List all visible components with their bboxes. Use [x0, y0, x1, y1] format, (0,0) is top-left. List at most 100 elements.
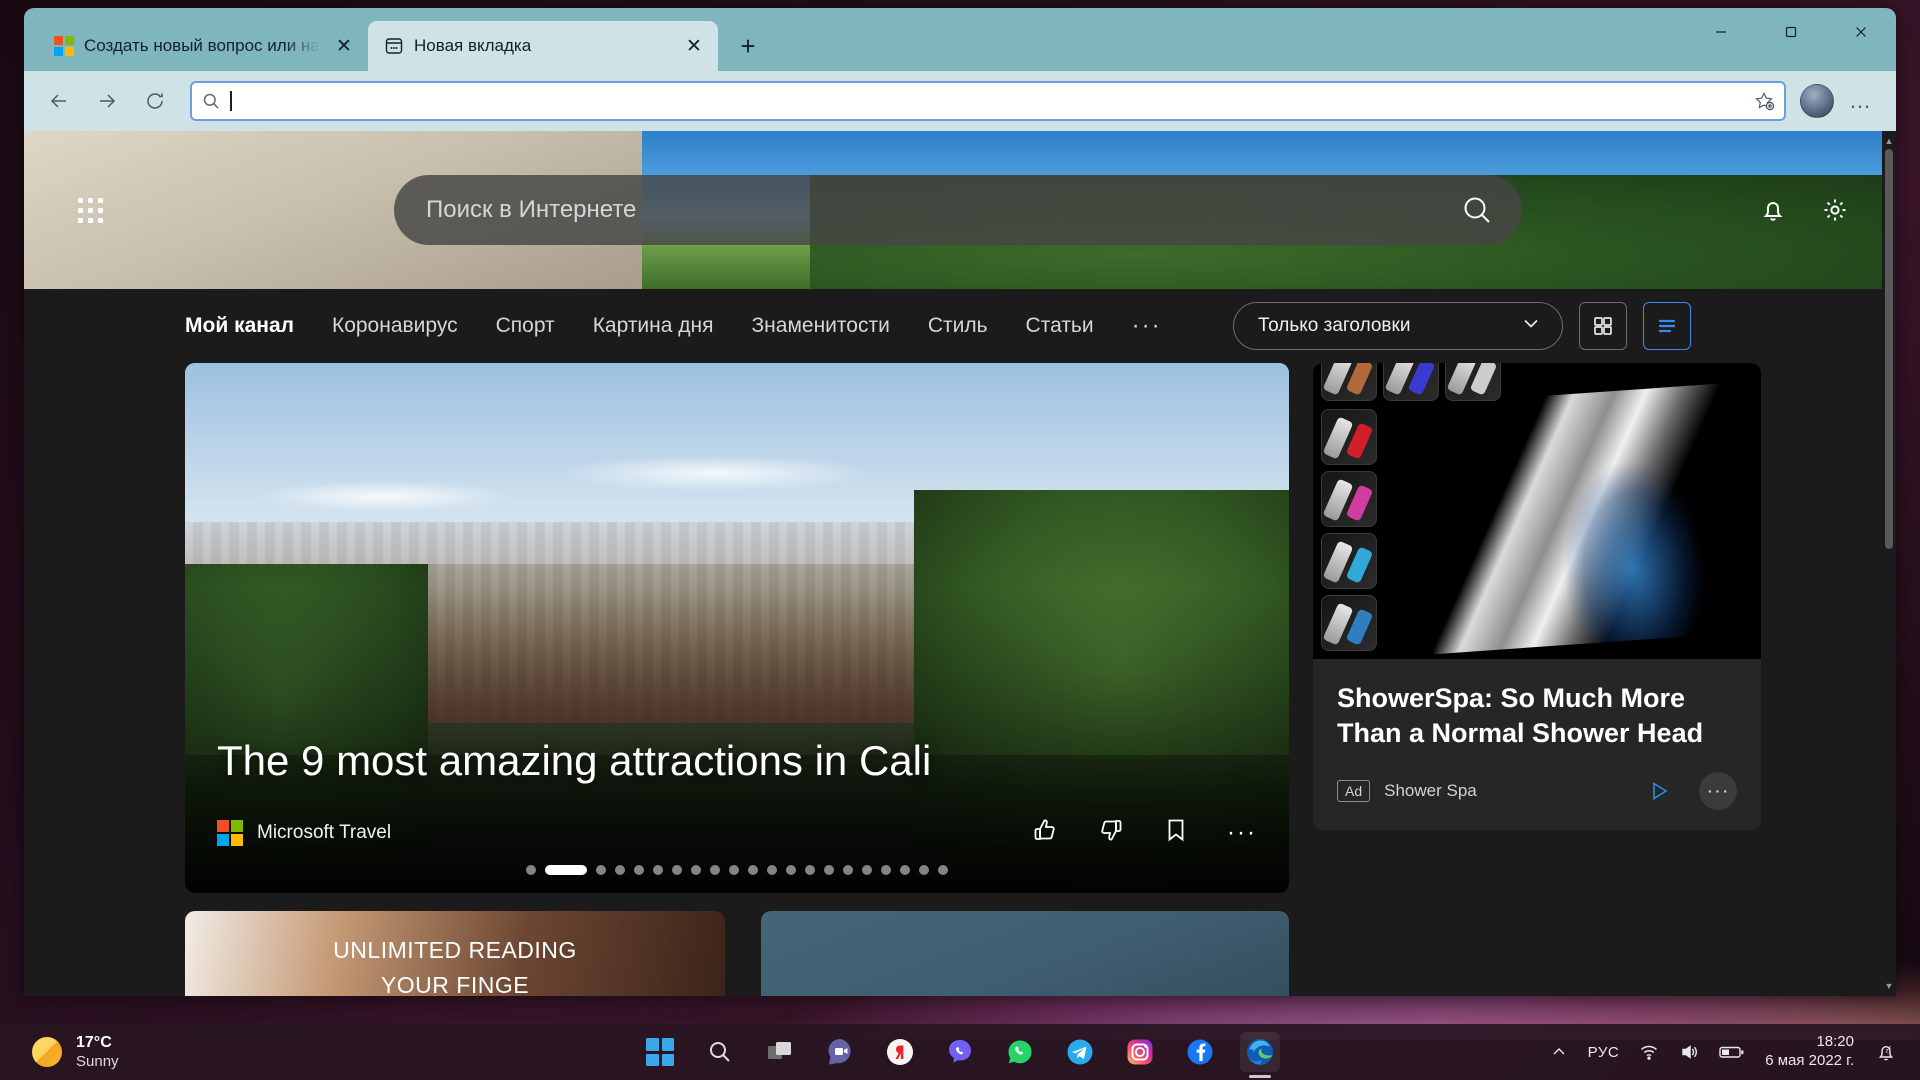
lower-card-1[interactable]: UNLIMITED READING YOUR FINGE — [185, 911, 725, 996]
taskbar-weather-widget[interactable]: 17°C Sunny — [0, 1034, 119, 1071]
teams-button[interactable] — [820, 1032, 860, 1072]
battery-icon[interactable] — [1719, 1044, 1745, 1060]
telegram-button[interactable] — [1060, 1032, 1100, 1072]
ad-thumbnail[interactable] — [1321, 363, 1377, 401]
edge-button[interactable] — [1240, 1032, 1280, 1072]
msn-search-box[interactable] — [394, 175, 1522, 245]
thumbs-up-icon[interactable] — [1031, 816, 1059, 849]
instagram-button[interactable] — [1120, 1032, 1160, 1072]
lower-card-row: UNLIMITED READING YOUR FINGE — [185, 911, 1289, 996]
carousel-dot[interactable] — [881, 865, 891, 875]
ad-more-button[interactable]: ··· — [1699, 772, 1737, 811]
carousel-dot[interactable] — [938, 865, 948, 875]
avatar[interactable] — [1800, 84, 1834, 118]
whatsapp-button[interactable] — [1000, 1032, 1040, 1072]
language-indicator[interactable]: РУС — [1588, 1044, 1620, 1061]
thumbs-down-icon[interactable] — [1097, 816, 1125, 849]
close-icon[interactable]: ✕ — [680, 32, 708, 60]
carousel-dot[interactable] — [653, 865, 663, 875]
carousel-dot[interactable] — [729, 865, 739, 875]
speaker-icon[interactable] — [1679, 1042, 1699, 1062]
nav-item-style[interactable]: Стиль — [928, 314, 988, 338]
ad-thumbnail[interactable] — [1321, 471, 1377, 527]
nav-item-articles[interactable]: Статьи — [1026, 314, 1094, 338]
refresh-icon[interactable] — [134, 80, 176, 122]
browser-tab-1[interactable]: Создать новый вопрос или нач ✕ — [38, 21, 368, 71]
carousel-dot[interactable] — [900, 865, 910, 875]
close-icon[interactable]: ✕ — [330, 32, 358, 60]
weather-temperature: 17°C — [76, 1033, 112, 1051]
viber-button[interactable] — [940, 1032, 980, 1072]
list-view-icon[interactable] — [1643, 302, 1691, 350]
ad-thumbnail[interactable] — [1321, 595, 1377, 651]
start-button[interactable] — [640, 1032, 680, 1072]
text-caret — [230, 91, 232, 111]
grid-view-icon[interactable] — [1579, 302, 1627, 350]
lower-card-2[interactable] — [761, 911, 1289, 996]
ad-thumbnail[interactable] — [1321, 409, 1377, 465]
carousel-dot[interactable] — [526, 865, 536, 875]
carousel-dot[interactable] — [615, 865, 625, 875]
nav-item-coronavirus[interactable]: Коронавирус — [332, 314, 458, 338]
close-window-button[interactable] — [1826, 8, 1896, 55]
ad-card[interactable]: ShowerSpa: So Much More Than a Normal Sh… — [1313, 363, 1761, 831]
nav-item-celebrities[interactable]: Знаменитости — [752, 314, 890, 338]
new-tab-button[interactable]: + — [730, 28, 766, 64]
gear-icon[interactable] — [1820, 195, 1850, 225]
back-arrow-icon[interactable] — [38, 80, 80, 122]
layout-select[interactable]: Только заголовки — [1233, 302, 1563, 350]
scroll-down-icon[interactable]: ▼ — [1882, 978, 1896, 994]
carousel-dot[interactable] — [634, 865, 644, 875]
microsoft-logo-icon — [217, 819, 243, 846]
adchoices-icon[interactable] — [1649, 780, 1671, 802]
carousel-dot[interactable] — [596, 865, 606, 875]
carousel-dot[interactable] — [691, 865, 701, 875]
ad-thumbnail[interactable] — [1445, 363, 1501, 401]
carousel-dot[interactable] — [824, 865, 834, 875]
maximize-button[interactable] — [1756, 8, 1826, 55]
msn-search-input[interactable] — [426, 196, 1460, 224]
carousel-indicators[interactable] — [185, 865, 1289, 875]
facebook-button[interactable] — [1180, 1032, 1220, 1072]
nav-more-button[interactable]: ··· — [1132, 312, 1162, 340]
weather-condition: Sunny — [76, 1052, 119, 1070]
carousel-dot[interactable] — [843, 865, 853, 875]
carousel-dot[interactable] — [862, 865, 872, 875]
ad-thumbnail[interactable] — [1383, 363, 1439, 401]
bookmark-icon[interactable] — [1163, 817, 1189, 848]
search-button[interactable] — [700, 1032, 740, 1072]
nav-item-my-feed[interactable]: Мой канал — [185, 314, 294, 338]
search-icon[interactable] — [1460, 193, 1494, 227]
carousel-dot[interactable] — [786, 865, 796, 875]
carousel-dot[interactable] — [710, 865, 720, 875]
task-view-button[interactable] — [760, 1032, 800, 1072]
hero-more-button[interactable]: ··· — [1227, 820, 1257, 845]
browser-tab-2[interactable]: Новая вкладка ✕ — [368, 21, 718, 71]
carousel-dot[interactable] — [805, 865, 815, 875]
forward-arrow-icon[interactable] — [86, 80, 128, 122]
yandex-button[interactable] — [880, 1032, 920, 1072]
do-not-disturb-bell-icon[interactable]: z z — [1874, 1040, 1898, 1064]
hero-article-footer: Microsoft Travel ··· — [217, 816, 1257, 849]
add-favorite-icon[interactable] — [1754, 91, 1774, 111]
carousel-dot[interactable] — [545, 865, 587, 875]
lower-card-1-text: UNLIMITED READING YOUR FINGE — [333, 937, 577, 996]
carousel-dot[interactable] — [919, 865, 929, 875]
app-launcher-icon[interactable] — [70, 190, 110, 230]
ad-thumbnail[interactable] — [1321, 533, 1377, 589]
address-input[interactable] — [241, 91, 1744, 111]
wifi-icon[interactable] — [1639, 1042, 1659, 1062]
carousel-dot[interactable] — [748, 865, 758, 875]
carousel-dot[interactable] — [767, 865, 777, 875]
address-bar[interactable] — [190, 81, 1786, 121]
minimize-button[interactable] — [1686, 8, 1756, 55]
bell-icon[interactable] — [1758, 195, 1788, 225]
hero-article-card[interactable]: The 9 most amazing attractions in Cali M… — [185, 363, 1289, 893]
clock[interactable]: 18:20 6 мая 2022 г. — [1765, 1033, 1854, 1071]
tray-overflow-chevron-icon[interactable] — [1550, 1043, 1568, 1061]
nav-item-sport[interactable]: Спорт — [496, 314, 555, 338]
carousel-dot[interactable] — [672, 865, 682, 875]
nav-item-picture-of-the-day[interactable]: Картина дня — [593, 314, 714, 338]
browser-settings-more-button[interactable]: … — [1840, 80, 1882, 122]
ad-brand: Shower Spa — [1384, 781, 1477, 801]
